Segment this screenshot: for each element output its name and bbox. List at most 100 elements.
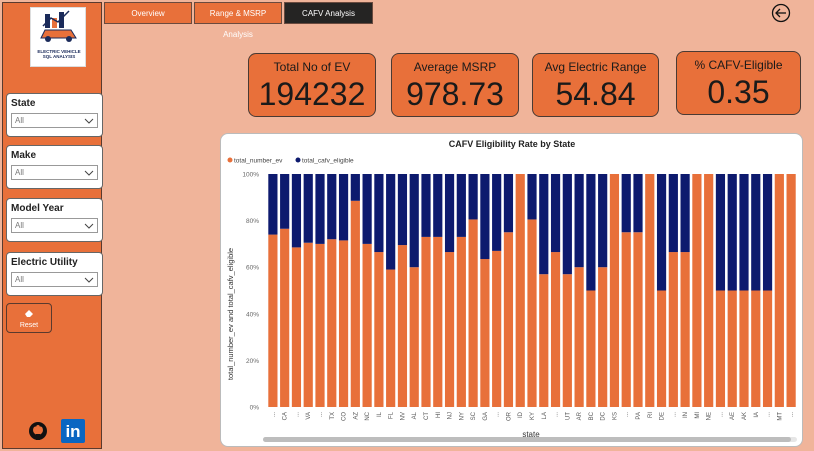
bar-segment[interactable] [350, 200, 360, 407]
bar-segment[interactable] [786, 174, 796, 407]
bar-segment[interactable] [562, 274, 572, 407]
bar-segment[interactable] [433, 236, 443, 407]
bar-segment[interactable] [762, 290, 773, 408]
bar-segment[interactable] [668, 252, 678, 407]
bar-segment[interactable] [291, 247, 302, 407]
bar-segment[interactable] [668, 174, 678, 253]
bar-segment[interactable] [397, 174, 408, 246]
bar-segment[interactable] [586, 290, 596, 408]
bar-segment[interactable] [374, 252, 384, 407]
bar-segment[interactable] [515, 174, 525, 407]
bar-segment[interactable] [362, 174, 372, 244]
bar-segment[interactable] [751, 290, 761, 408]
bar-segment[interactable] [397, 245, 408, 407]
bar-segment[interactable] [550, 174, 561, 253]
scrollbar-thumb[interactable] [263, 437, 791, 442]
bar-segment[interactable] [621, 174, 631, 233]
bar-segment[interactable] [456, 236, 466, 407]
bar-segment[interactable] [774, 174, 784, 407]
tab-overview[interactable]: Overview [104, 2, 192, 24]
bar-segment[interactable] [550, 252, 561, 407]
bar-segment[interactable] [715, 174, 726, 291]
bar-segment[interactable] [715, 290, 726, 408]
bar-segment[interactable] [327, 174, 337, 240]
bar-segment[interactable] [492, 250, 502, 407]
tab-cafv-analysis[interactable]: CAFV Analysis [284, 2, 373, 24]
bar-segment[interactable] [704, 174, 714, 407]
bar-segment[interactable] [409, 267, 419, 407]
bar-segment[interactable] [468, 174, 478, 220]
bar-segment[interactable] [421, 236, 431, 407]
bar-segment[interactable] [586, 174, 596, 291]
bar-segment[interactable] [315, 174, 325, 244]
bar-segment[interactable] [692, 174, 702, 407]
bar-segment[interactable] [444, 174, 455, 253]
bar-segment[interactable] [374, 174, 384, 253]
bar-segment[interactable] [268, 174, 278, 235]
bar-segment[interactable] [444, 252, 455, 407]
bar-segment[interactable] [268, 234, 278, 407]
bar-segment[interactable] [751, 174, 761, 291]
bar-segment[interactable] [633, 174, 643, 233]
x-ticks: ... CA... VA... TX CO AZ NC IL FL NV AL CT HI NJ NY SC G… [271, 411, 795, 421]
bar-segment[interactable] [492, 174, 502, 251]
bar-segment[interactable] [680, 252, 690, 407]
bar-segment[interactable] [338, 174, 349, 241]
bar-segment[interactable] [480, 174, 490, 260]
bar-segment[interactable] [598, 267, 608, 407]
kpi-title: Total No of EV [273, 60, 351, 74]
bar-segment[interactable] [303, 174, 313, 243]
bar-segment[interactable] [327, 239, 337, 407]
bar-segment[interactable] [656, 290, 667, 408]
bar-segment[interactable] [527, 219, 537, 407]
bar-segment[interactable] [539, 274, 549, 407]
bar-segment[interactable] [503, 174, 514, 233]
chevron-down-icon [84, 277, 94, 283]
bar-segment[interactable] [656, 174, 667, 291]
bar-segment[interactable] [468, 219, 478, 407]
bar-segment[interactable] [574, 267, 584, 407]
bar-segment[interactable] [338, 240, 349, 407]
bar-segment[interactable] [350, 174, 360, 201]
bar-segment[interactable] [645, 174, 655, 407]
bar-segment[interactable] [539, 174, 549, 275]
bar-segment[interactable] [621, 232, 631, 407]
bar-segment[interactable] [727, 290, 737, 408]
linkedin-icon[interactable]: in [61, 419, 85, 443]
github-icon[interactable] [28, 421, 48, 441]
bar-segment[interactable] [386, 174, 396, 270]
model-year-dropdown[interactable]: All [11, 218, 98, 233]
bar-segment[interactable] [480, 259, 490, 407]
bar-segment[interactable] [421, 174, 431, 237]
logo: ELECTRIC VEHICLE SQL ANALYSIS [30, 7, 86, 67]
bar-segment[interactable] [574, 174, 584, 268]
tab-range-msrp-analysis[interactable]: Range & MSRP Analysis [194, 2, 282, 39]
bar-segment[interactable] [598, 174, 608, 268]
kpi-card-cafv-eligible: % CAFV-Eligible 0.35 [676, 51, 801, 115]
bar-segment[interactable] [291, 174, 302, 248]
bar-segment[interactable] [456, 174, 466, 237]
bar-segment[interactable] [503, 232, 514, 407]
bar-segment[interactable] [633, 232, 643, 407]
bar-segment[interactable] [562, 174, 572, 275]
electric-utility-dropdown[interactable]: All [11, 272, 98, 287]
bar-segment[interactable] [739, 174, 749, 291]
make-dropdown[interactable]: All [11, 165, 98, 180]
back-arrow-icon[interactable] [771, 3, 791, 23]
bar-segment[interactable] [527, 174, 537, 220]
bar-segment[interactable] [739, 290, 749, 408]
bar-segment[interactable] [433, 174, 443, 237]
bar-segment[interactable] [762, 174, 773, 291]
bar-segment[interactable] [409, 174, 419, 268]
reset-button[interactable]: Reset [6, 303, 52, 333]
bar-segment[interactable] [680, 174, 690, 253]
bar-segment[interactable] [609, 174, 620, 407]
bar-segment[interactable] [727, 174, 737, 291]
bar-segment[interactable] [280, 174, 290, 229]
bar-segment[interactable] [315, 243, 325, 407]
bar-segment[interactable] [362, 243, 372, 407]
bar-segment[interactable] [280, 228, 290, 407]
bar-segment[interactable] [303, 242, 313, 407]
bar-segment[interactable] [386, 269, 396, 407]
state-dropdown[interactable]: All [11, 113, 98, 128]
